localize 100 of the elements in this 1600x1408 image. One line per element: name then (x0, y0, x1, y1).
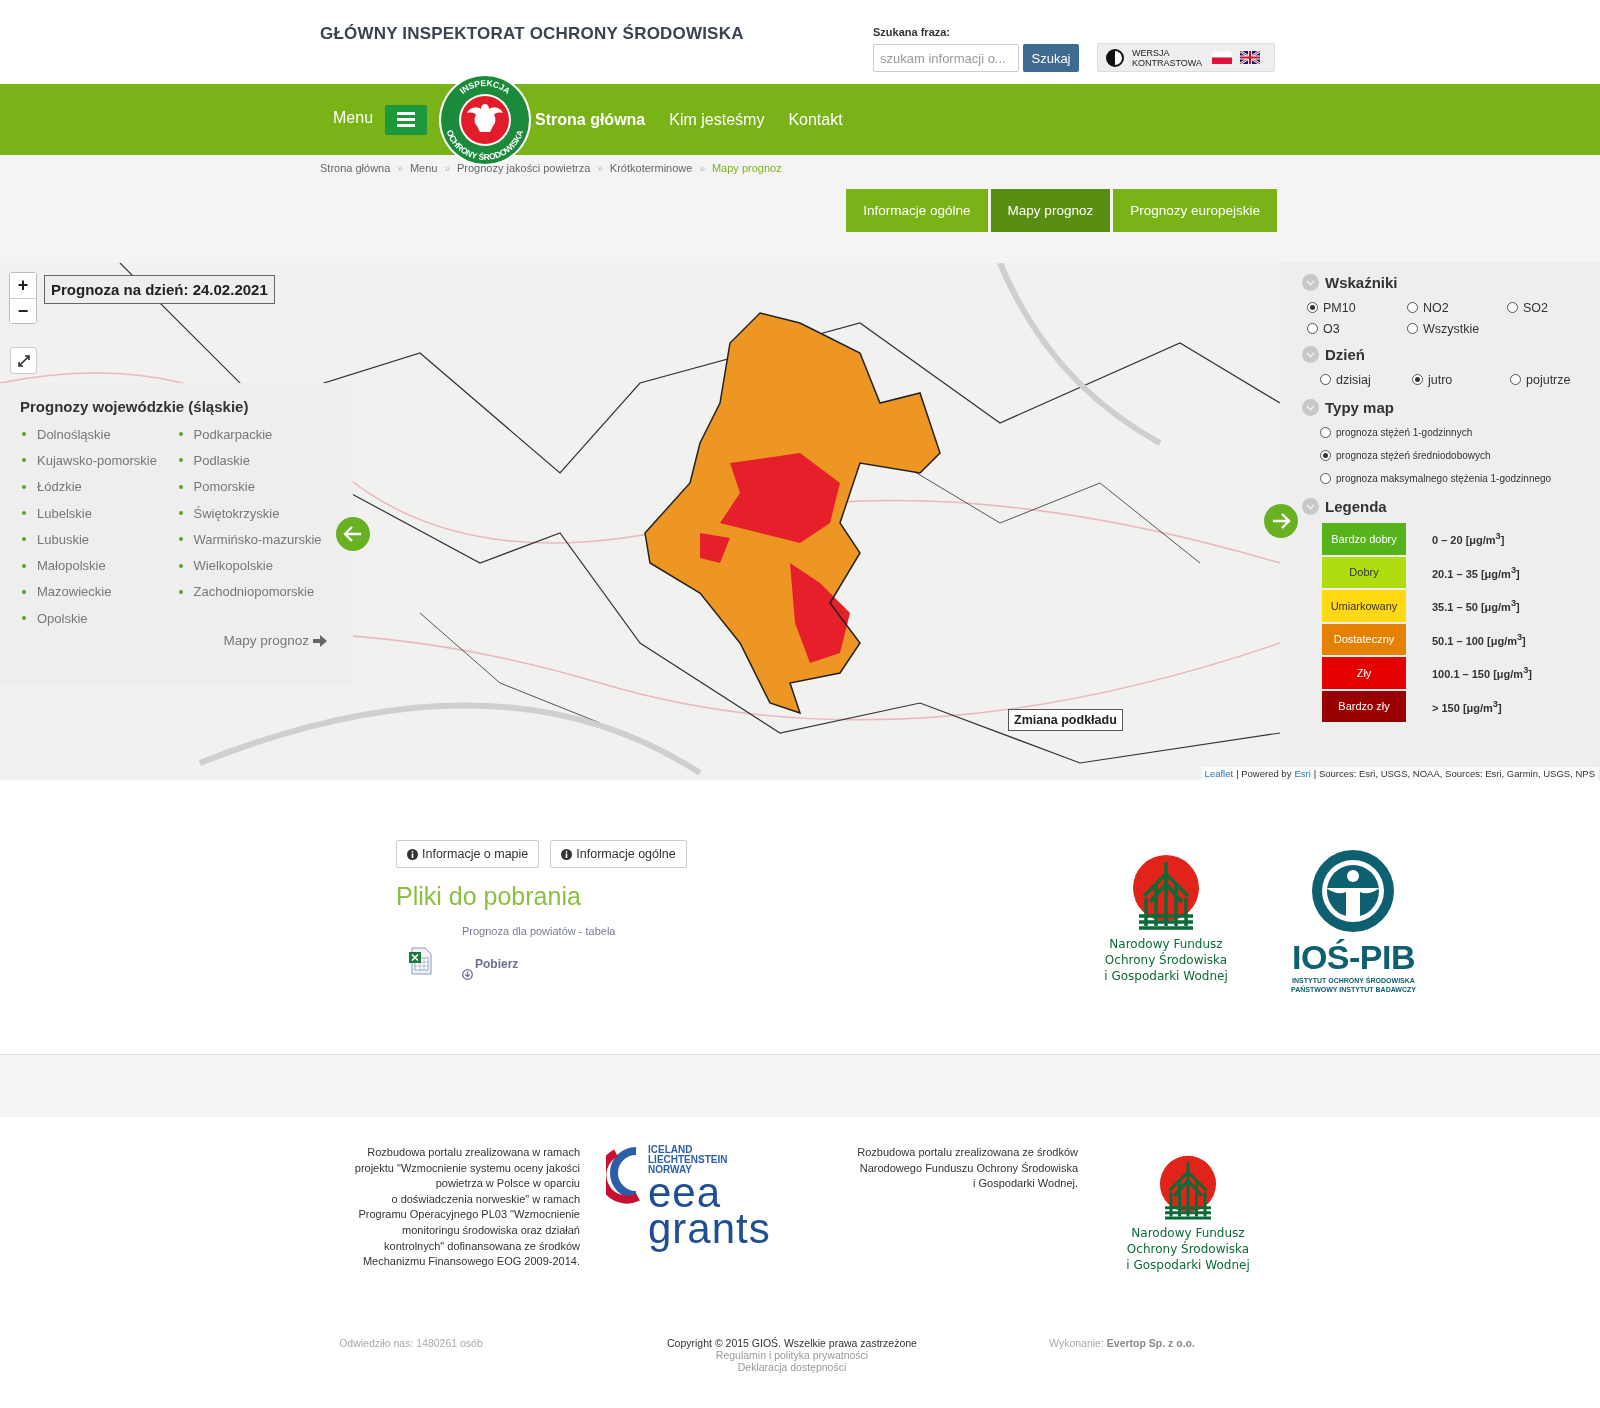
polish-flag-icon[interactable] (1212, 51, 1232, 64)
option-label: dzisiaj (1336, 372, 1371, 387)
legend-swatch: Bardzo dobry (1322, 523, 1406, 555)
menu-label[interactable]: Menu (333, 108, 374, 127)
breadcrumb-link[interactable]: Menu (409, 162, 438, 174)
nav-link[interactable]: Strona główna (535, 110, 646, 129)
forecast-maps-link[interactable]: Mapy prognoz (223, 633, 309, 649)
search-label: Szukana fraza: (873, 26, 952, 38)
radio-button[interactable] (1320, 374, 1331, 385)
info-icon (561, 848, 573, 860)
attribution-link[interactable]: Esri (1294, 768, 1311, 779)
basemap-button[interactable]: Zmiana podkładu (1008, 709, 1123, 731)
voivodeship-link[interactable]: Lubelskie (37, 505, 92, 521)
search-button[interactable]: Szukaj (1023, 44, 1079, 72)
option-label: Wszystkie (1423, 321, 1480, 336)
attribution-text: | Sources: Esri, USGS, NOAA, Sources: Esri, Garmin, USGS, NPS (1313, 768, 1595, 779)
arrow-right-icon (1271, 512, 1291, 530)
option-label: SO2 (1523, 300, 1548, 315)
spreadsheet-file-icon (408, 947, 434, 975)
legend-range: 20.1 – 35 [μg/m$^{3}$] (1432, 564, 1520, 580)
info-button[interactable]: Informacje ogólne (550, 840, 687, 868)
radio-button[interactable] (1320, 473, 1331, 484)
footer-link[interactable]: Deklaracja dostępności (737, 1361, 847, 1373)
radio-button[interactable] (1307, 323, 1318, 334)
fund-name: Narodowy Fundusz Ochrony Środowiska i Gospodarki Wodnej (1126, 1225, 1250, 1273)
downloads-heading: Pliki do pobrania (396, 882, 582, 911)
radio-button[interactable] (1307, 302, 1318, 313)
legend-range: 35.1 – 50 [μg/m$^{3}$] (1432, 598, 1520, 614)
info-icon (407, 848, 418, 860)
tab[interactable]: Prognozy europejskie (1113, 189, 1277, 232)
tab[interactable]: Informacje ogólne (846, 189, 988, 232)
legend-range: > 150 [μg/m$^{3}$] (1432, 698, 1502, 714)
breadcrumb-separator: » (699, 162, 705, 174)
legend-range: 50.1 – 100 [μg/m$^{3}$] (1432, 631, 1526, 647)
institute-emblem-icon[interactable] (1310, 848, 1397, 934)
voivodeship-link[interactable]: Pomorskie (193, 479, 255, 495)
breadcrumb-link[interactable]: Mapy prognoz (711, 162, 782, 174)
voivodeship-link[interactable]: Warmińsko-mazurskie (193, 531, 322, 547)
radio-button[interactable] (1407, 302, 1418, 313)
credit-link[interactable]: Evertop Sp. z o.o. (1106, 1337, 1195, 1349)
voivodeship-link[interactable]: Łódzkie (37, 479, 82, 495)
voivodeship-link[interactable]: Kujawsko-pomorskie (37, 452, 157, 468)
credit-label: Wykonanie: (1049, 1337, 1104, 1349)
info-button[interactable]: Informacje o mapie (396, 840, 540, 868)
legend-range: 100.1 – 150 [μg/m$^{3}$] (1432, 665, 1532, 681)
section-heading: Typy map (1325, 398, 1394, 416)
fullscreen-button[interactable] (10, 347, 37, 374)
menu-icon[interactable] (385, 104, 428, 135)
search-field[interactable]: szukam informacji o... (873, 44, 1019, 72)
option-label: NO2 (1423, 300, 1449, 315)
breadcrumb-link[interactable]: Strona główna (320, 162, 391, 174)
option-label: PM10 (1323, 300, 1356, 315)
option-label: jutro (1428, 372, 1453, 387)
radio-button[interactable] (1320, 427, 1331, 438)
footer-link[interactable]: Regulamin i polityka prywatności (715, 1349, 869, 1361)
copyright-text: Copyright © 2015 GIOŚ. Wszelkie prawa zastrzeżone (667, 1337, 917, 1349)
radio-button[interactable] (1407, 323, 1418, 334)
contrast-link[interactable]: WERSJA KONTRASTOWA (1132, 47, 1204, 68)
voivodeship-link[interactable]: Opolskie (37, 610, 88, 626)
radio-button[interactable] (1507, 302, 1518, 313)
breadcrumb-separator: » (397, 162, 403, 174)
voivodeship-link[interactable]: Lubuskie (37, 531, 90, 547)
voivodeship-link[interactable]: Małopolskie (37, 558, 106, 574)
radio-button[interactable] (1412, 374, 1423, 385)
zoom-out-button[interactable]: − (10, 298, 36, 323)
voivodeship-link[interactable]: Dolnośląskie (37, 426, 111, 442)
voivodeship-link[interactable]: Podkarpackie (193, 426, 273, 442)
contrast-icon[interactable] (1106, 48, 1124, 67)
legend-swatch: Dostateczny (1322, 623, 1406, 655)
arrow-left-icon (343, 525, 363, 543)
tab[interactable]: Mapy prognoz (990, 189, 1111, 232)
voivodeship-link[interactable]: Świętokrzyskie (193, 505, 280, 521)
download-icon (462, 969, 473, 980)
attribution-link[interactable]: Leaflet (1204, 768, 1234, 779)
fund-funding-text: Rozbudowa portalu zrealizowana ze środków Narodowego Funduszu Ochrony Środowiska i Gospodarki Wodnej. (856, 1145, 1078, 1192)
section-heading: Wskaźniki (1325, 273, 1398, 291)
fund-name: Narodowy Fundusz Ochrony Środowiska i Gospodarki Wodnej (1104, 936, 1228, 984)
radio-button[interactable] (1320, 450, 1331, 461)
legend-range: 0 – 20 [μg/m$^{3}$] (1432, 531, 1505, 547)
nav-link[interactable]: Kim jesteśmy (669, 110, 765, 129)
option-label: prognoza maksymalnego stężenia 1-godzinnego (1336, 473, 1552, 484)
download-link[interactable]: Pobierz (462, 947, 616, 980)
option-label: prognoza stężeń 1-godzinnych (1336, 427, 1473, 438)
nav-link[interactable]: Kontakt (788, 110, 843, 129)
visit-counter: Odwiedziło nas: 1480261 osób (338, 1337, 484, 1351)
voivodeship-link[interactable]: Wielkopolskie (193, 558, 273, 574)
voivodeship-link[interactable]: Podlaskie (193, 452, 250, 468)
attribution-text: | Powered by (1236, 768, 1292, 779)
voivodeship-link[interactable]: Mazowieckie (37, 584, 112, 600)
radio-button[interactable] (1510, 374, 1521, 385)
eea-funding-text: Rozbudowa portalu zrealizowana w ramach projektu "Wzmocnienie systemu oceny jakości powietrza w Polsce w oparciu o doświadczenia norweskie" w ramach Programu Operacyjnego PL03 "Wzmocnienie monitoringu środowiska oraz działań kontrolnych" dofinansowana ze środków Mechanizmu Finansowego EOG 2009-2014. (353, 1145, 580, 1270)
breadcrumb-separator: » (597, 162, 603, 174)
section-heading: Dzień (1325, 345, 1365, 363)
option-label: O3 (1323, 321, 1340, 336)
breadcrumb-link[interactable]: Krótkoterminowe (609, 162, 693, 174)
british-flag-icon[interactable] (1240, 51, 1260, 64)
site-title: GŁÓWNY INSPEKTORAT OCHRONY ŚRODOWISKA (320, 24, 745, 44)
expand-icon (17, 354, 30, 367)
option-label: pojutrze (1526, 372, 1571, 387)
voivodeship-link[interactable]: Zachodniopomorskie (193, 584, 315, 600)
